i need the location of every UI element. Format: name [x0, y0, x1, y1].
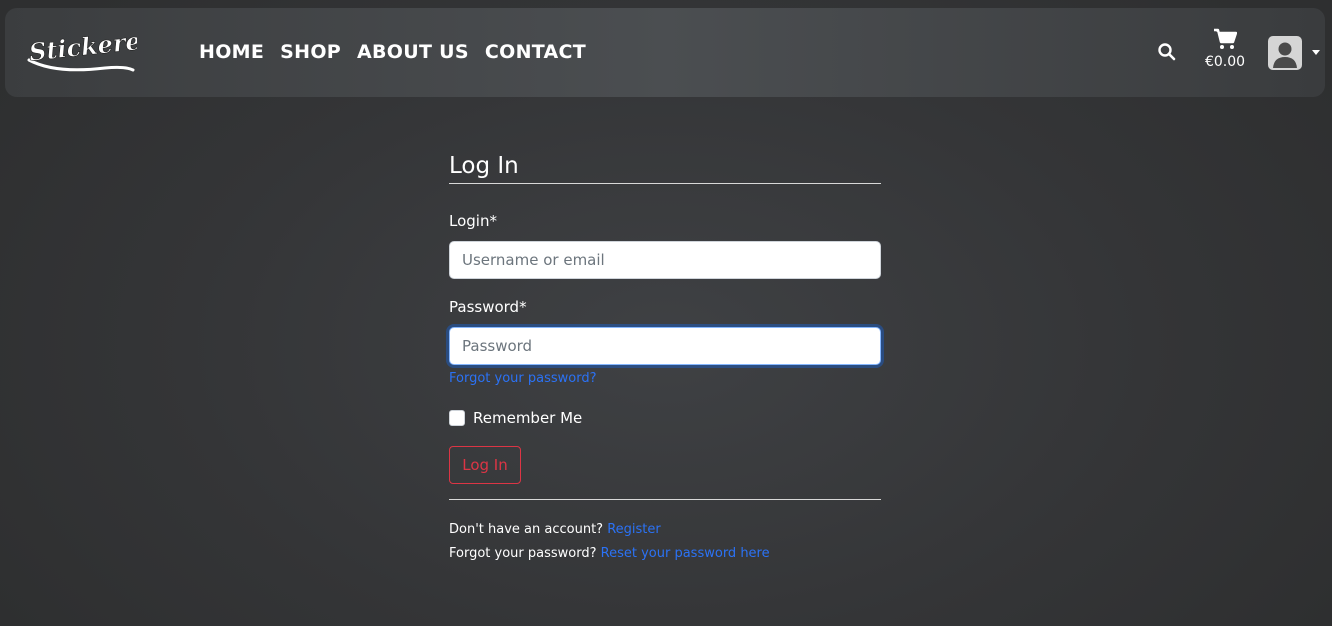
brand-logo[interactable]: Stickered [25, 24, 137, 74]
search-icon [1158, 43, 1176, 61]
nav-home[interactable]: HOME [199, 38, 264, 66]
search-button[interactable] [1157, 42, 1177, 62]
account-menu-toggle[interactable] [1268, 36, 1320, 72]
nav-links: HOME SHOP ABOUT US CONTACT [199, 38, 586, 66]
cart-icon [1214, 28, 1237, 49]
page-title: Log In [449, 150, 881, 184]
login-button[interactable]: Log In [449, 446, 521, 484]
logo-text: Stickered [28, 24, 137, 66]
no-account-text: Don't have an account? [449, 522, 604, 537]
reset-password-link[interactable]: Reset your password here [601, 546, 770, 561]
password-input[interactable] [449, 327, 881, 365]
cart-total: €0.00 [1204, 54, 1246, 70]
divider [449, 499, 881, 500]
login-form: Log In Login* Password* Forgot your pass… [449, 150, 881, 561]
reset-prompt: Forgot your password? Reset your passwor… [449, 545, 770, 563]
chevron-down-icon [1312, 50, 1320, 55]
login-input[interactable] [449, 241, 881, 279]
user-avatar-icon [1268, 36, 1302, 70]
login-label: Login* [449, 212, 497, 230]
forgot-text: Forgot your password? [449, 546, 597, 561]
nav-shop[interactable]: SHOP [280, 38, 341, 66]
password-label: Password* [449, 298, 527, 316]
remember-me[interactable]: Remember Me [449, 408, 582, 428]
navbar: Stickered HOME SHOP ABOUT US CONTACT €0.… [5, 8, 1325, 97]
register-link[interactable]: Register [607, 522, 661, 537]
remember-me-checkbox[interactable] [449, 410, 465, 426]
cart-button[interactable]: €0.00 [1201, 28, 1249, 78]
register-prompt: Don't have an account? Register [449, 521, 661, 539]
nav-contact[interactable]: CONTACT [485, 38, 586, 66]
remember-me-label: Remember Me [473, 409, 583, 427]
forgot-password-link[interactable]: Forgot your password? [449, 371, 597, 387]
nav-about-us[interactable]: ABOUT US [357, 38, 469, 66]
